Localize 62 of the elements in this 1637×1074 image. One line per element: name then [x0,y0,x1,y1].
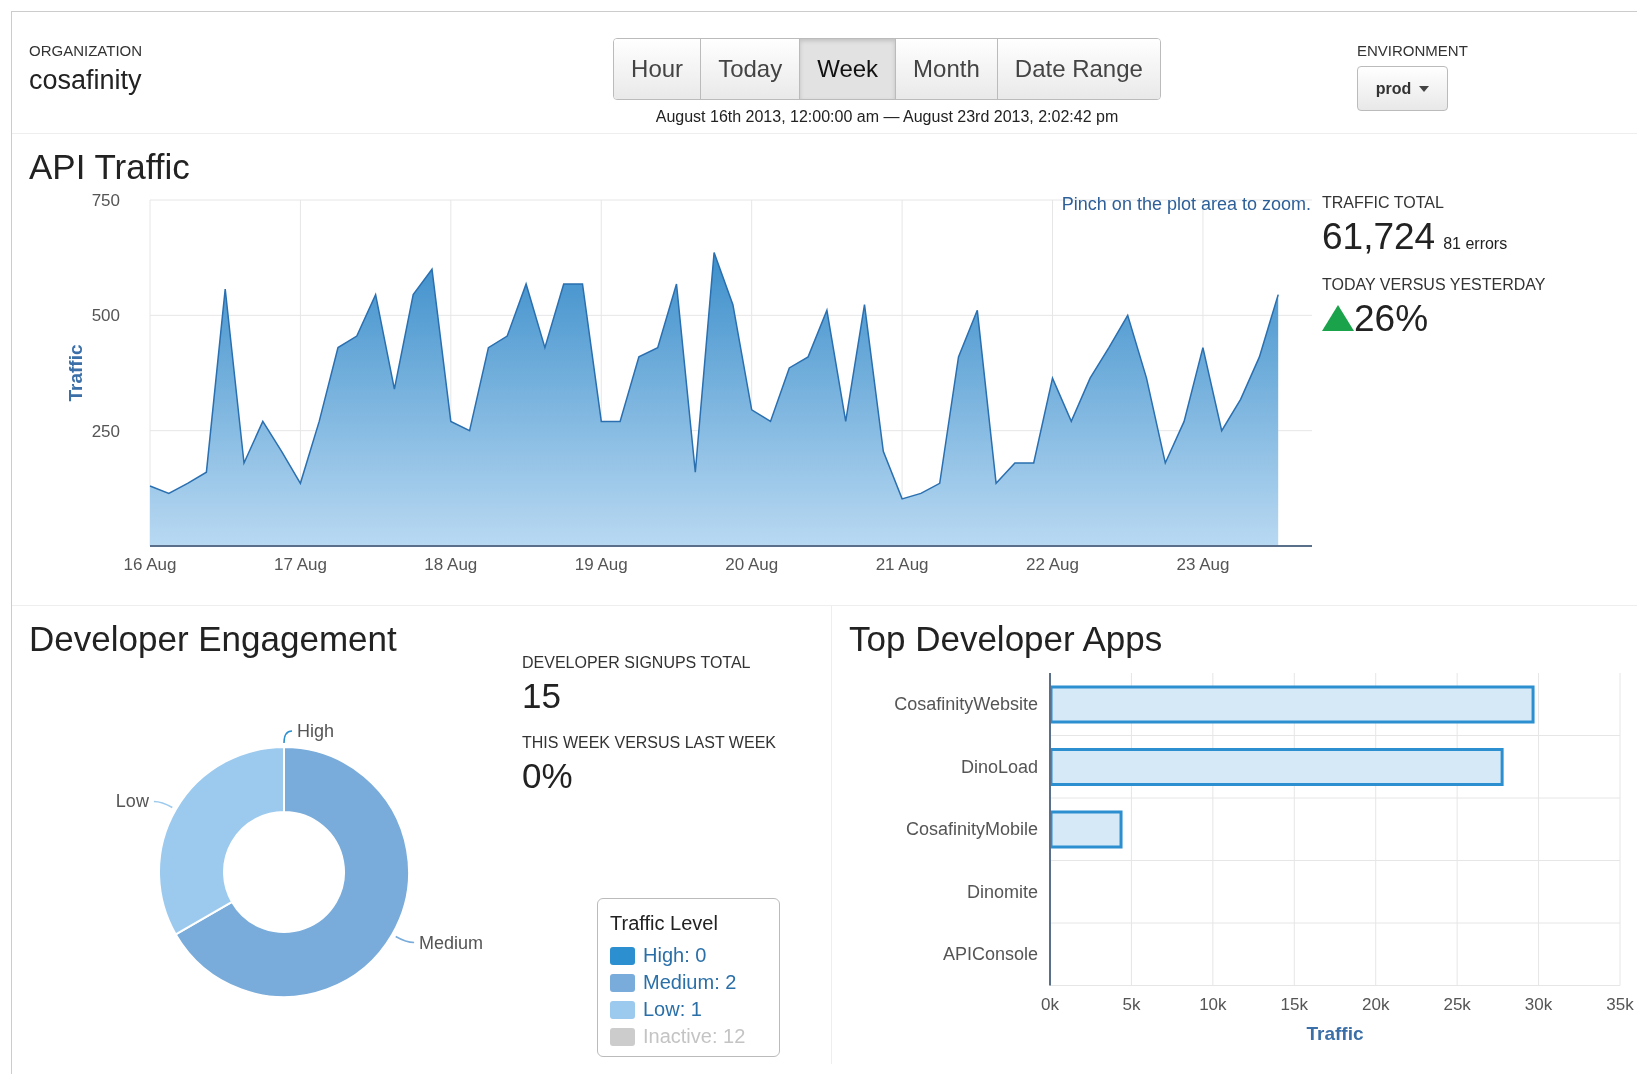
axis-tick-label: 25k [1443,994,1471,1014]
error-count: 81 errors [1443,235,1508,253]
legend-label: High: 0 [643,944,707,967]
axis-tick-label: 750 [91,191,120,210]
section-title: Developer Engagement [28,618,397,660]
category-label: Dinomite [966,881,1038,902]
stat-value: 26% [1354,298,1429,340]
segment-label: Low [115,791,149,812]
category-label: APIConsole [942,944,1038,965]
category-label: DinoLoad [960,756,1038,777]
axis-tick-label: 250 [91,421,120,441]
organization-name: cosafinity [29,65,143,96]
stat-label: DEVELOPER SIGNUPS TOTAL [522,654,752,672]
axis-tick-label: 500 [91,306,120,326]
axis-tick-label: 19 Aug [574,555,628,574]
legend-title: Traffic Level [610,912,719,935]
stat-label: TRAFFIC TOTAL [1322,194,1445,212]
date-range-text: August 16th 2013, 12:00:00 am — August 23rd 2013, 2:02:42 pm [655,108,1119,126]
stat-label: THIS WEEK VERSUS LAST WEEK [522,734,777,752]
time-range-tab[interactable]: Hour [614,39,702,99]
stat-value: 61,724 [1322,216,1436,258]
axis-title: Traffic [1306,1022,1364,1044]
time-range-tab[interactable]: Today [701,39,801,99]
environment-label: ENVIRONMENT [1357,42,1468,59]
environment-dropdown[interactable]: prod [1357,66,1448,111]
axis-title: Traffic [65,344,86,402]
axis-tick-label: 20 Aug [725,555,779,574]
legend-label: Medium: 2 [643,971,737,994]
stat-value: 0% [522,756,574,796]
axis-tick-label: 35k [1606,994,1634,1014]
axis-tick-label: 22 Aug [1026,555,1079,574]
up-triangle-icon [1322,305,1354,331]
axis-tick-label: 15k [1280,994,1308,1014]
axis-tick-label: 23 Aug [1176,555,1230,574]
axis-tick-label: 18 Aug [424,555,478,574]
category-label: CosafinityMobile [905,819,1038,840]
stat-value: 15 [522,676,562,716]
segment-label: Medium [419,932,484,953]
axis-tick-label: 30k [1524,994,1553,1014]
leader-line [394,935,415,944]
axis-tick-label: 10k [1199,994,1227,1014]
axis-tick-label: 20k [1362,994,1390,1014]
zoom-hint: Pinch on the plot area to zoom. [1061,194,1311,214]
axis-tick-label: 17 Aug [273,555,327,574]
time-range-tab[interactable]: Date Range [997,39,1160,99]
axis-tick-label: 21 Aug [875,555,929,574]
legend-label: Inactive: 12 [643,1025,746,1048]
time-range-tab[interactable]: Month [896,39,998,99]
axis-tick-label: 5k [1122,994,1141,1014]
legend-label: Low: 1 [643,998,702,1021]
segment-label: High [297,721,335,741]
category-label: CosafinityWebsite [894,694,1038,715]
axis-tick-label: 16 Aug [123,555,177,574]
section-title: API Traffic [28,146,190,188]
time-range-tab[interactable]: Week [800,39,897,99]
organization-label: ORGANIZATION [29,42,144,59]
leader-line [283,730,293,744]
caret-icon [1419,85,1430,92]
leader-line [153,800,174,809]
stat-label: TODAY VERSUS YESTERDAY [1322,276,1546,294]
section-title: Top Developer Apps [848,618,1163,660]
axis-tick-label: 0k [1041,994,1059,1014]
